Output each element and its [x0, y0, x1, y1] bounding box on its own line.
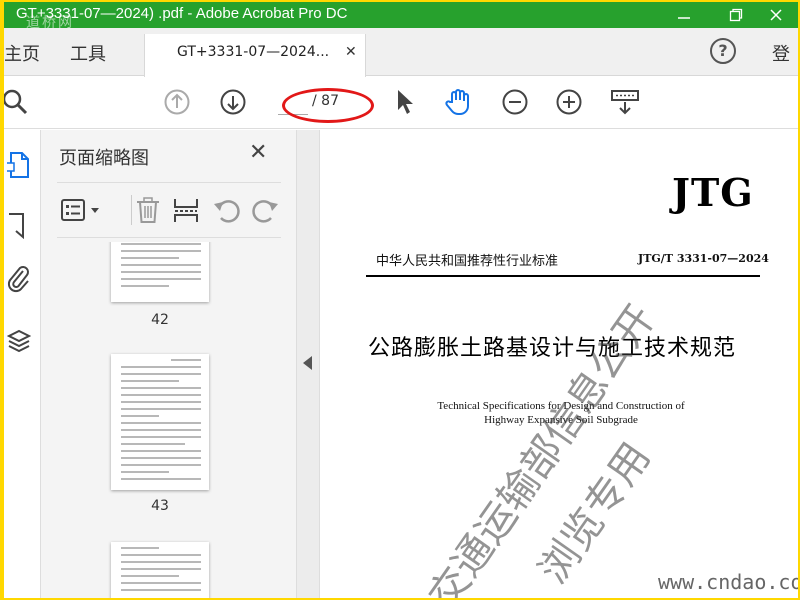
title-bar: GT+3331-07—2024) .pdf - Adobe Acrobat Pr…	[4, 2, 798, 31]
thumbnail-page-44[interactable]	[111, 542, 209, 598]
header-rule	[366, 275, 760, 277]
document-title-cn: 公路膨胀土路基设计与施工技术规范	[368, 336, 737, 361]
panel-title: 页面缩略图	[59, 148, 149, 169]
document-tab-label: GT+3331-07—2024...	[177, 44, 330, 60]
tab-bar: 主页 工具 GT+3331-07—2024... ✕ ? 登	[4, 28, 798, 77]
bookmark-icon[interactable]	[4, 210, 34, 240]
close-panel-icon[interactable]: ✕	[249, 140, 267, 165]
rotate-right-icon[interactable]	[251, 195, 281, 225]
minimize-button[interactable]	[664, 2, 704, 28]
search-icon[interactable]	[4, 87, 30, 117]
rotate-left-icon[interactable]	[211, 195, 241, 225]
page-thumbnails-icon[interactable]	[4, 150, 34, 180]
tab-tools[interactable]: 工具	[70, 40, 106, 66]
annotation-oval	[282, 88, 374, 123]
zoom-out-icon[interactable]	[500, 87, 530, 117]
layers-icon[interactable]	[4, 326, 34, 356]
collapse-arrow-icon	[303, 356, 312, 370]
document-view[interactable]: JTG 中华人民共和国推荐性行业标准 JTG/T 3331-07—2024 公路…	[320, 130, 798, 598]
panel-toolbar-divider	[131, 195, 132, 225]
standard-code-mark: JTG	[672, 170, 754, 215]
hand-tool-icon[interactable]	[444, 87, 474, 117]
previous-page-icon[interactable]	[162, 87, 192, 117]
close-tab-icon[interactable]: ✕	[345, 44, 357, 60]
panel-collapse-handle[interactable]	[296, 130, 320, 598]
thumbnail-page-43[interactable]	[111, 354, 209, 490]
standard-type: 中华人民共和国推荐性行业标准	[376, 254, 559, 269]
zoom-in-icon[interactable]	[554, 87, 584, 117]
left-rail	[4, 130, 40, 598]
restore-icon	[729, 8, 743, 22]
thumbnail-options-icon[interactable]	[59, 195, 103, 225]
next-page-icon[interactable]	[218, 87, 248, 117]
site-watermark: www.cndao.com	[658, 570, 798, 594]
acrobat-window: GT+3331-07—2024) .pdf - Adobe Acrobat Pr…	[4, 2, 798, 598]
thumbnail-label: 42	[151, 312, 169, 328]
maximize-button[interactable]	[716, 2, 756, 28]
panel-toolbar	[57, 182, 281, 238]
main-toolbar: / 87	[4, 77, 798, 129]
minimize-icon	[678, 17, 690, 19]
standard-code: JTG/T 3331-07—2024	[638, 252, 769, 265]
thumbnail-page-42[interactable]	[111, 242, 209, 302]
tab-home[interactable]: 主页	[4, 40, 40, 66]
thumbnail-list: 42 43	[57, 242, 271, 598]
close-icon	[770, 9, 782, 21]
sign-in-button[interactable]: 登	[772, 40, 790, 66]
extract-page-icon[interactable]	[171, 195, 201, 225]
attachment-icon[interactable]	[4, 264, 34, 294]
delete-page-icon[interactable]	[133, 195, 163, 225]
help-button[interactable]: ?	[710, 38, 736, 64]
close-window-button[interactable]	[756, 2, 796, 28]
keyboard-fit-icon[interactable]	[610, 87, 640, 117]
tab-document[interactable]: GT+3331-07—2024... ✕	[144, 34, 366, 77]
page-thumbnails-panel: 页面缩略图 ✕ 42 43	[40, 130, 321, 598]
select-cursor-icon[interactable]	[390, 87, 420, 117]
thumbnail-label: 43	[151, 498, 169, 514]
